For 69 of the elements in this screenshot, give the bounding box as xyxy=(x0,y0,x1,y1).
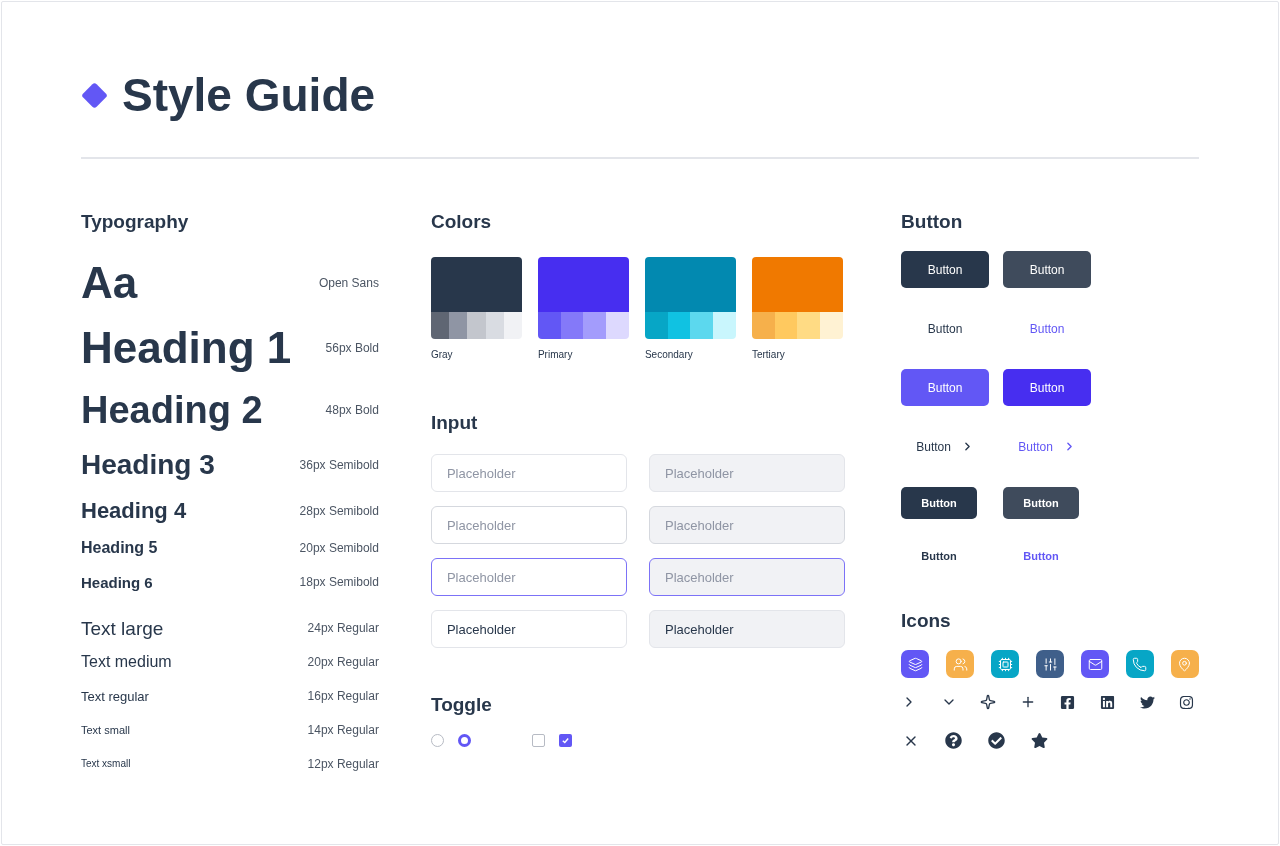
sliders-tile-icon[interactable] xyxy=(1036,650,1064,678)
button[interactable]: Button xyxy=(901,487,978,519)
type-sample: Heading 5 xyxy=(81,540,158,556)
button[interactable]: Button xyxy=(1003,428,1092,465)
check-icon xyxy=(560,735,570,745)
type-sample: Aa xyxy=(81,261,138,305)
section-heading: Button xyxy=(901,210,964,234)
type-spec: 56px Bold xyxy=(325,340,379,357)
type-spec: 18px Semibold xyxy=(299,574,379,591)
layers-tile-icon[interactable] xyxy=(901,650,930,678)
swatch-label: Gray xyxy=(430,348,454,362)
button[interactable]: Button xyxy=(1003,310,1092,347)
type-sample: Heading 2 xyxy=(81,391,263,429)
type-sample: Text small xyxy=(81,724,130,736)
users-tile-icon[interactable] xyxy=(946,650,975,678)
button[interactable]: Button xyxy=(901,428,990,465)
type-spec: Open Sans xyxy=(318,275,379,292)
type-sample: Text large xyxy=(81,618,164,638)
type-spec: 28px Semibold xyxy=(299,503,379,520)
page-title: Style Guide xyxy=(122,67,376,123)
type-spec: 24px Regular xyxy=(307,620,379,637)
type-spec: 12px Regular xyxy=(307,756,379,773)
type-sample: Heading 6 xyxy=(81,574,153,590)
swatch-label: Tertiary xyxy=(751,348,786,362)
help-icon[interactable] xyxy=(945,732,963,749)
section-heading: Input xyxy=(430,411,479,435)
linkedin-icon[interactable] xyxy=(1099,694,1116,710)
star-icon[interactable] xyxy=(1031,732,1049,749)
button[interactable]: Button xyxy=(1003,487,1080,519)
section-heading: Typography xyxy=(81,210,190,234)
button[interactable]: Button xyxy=(901,540,978,572)
checkbox[interactable] xyxy=(558,733,572,747)
type-spec: 16px Regular xyxy=(307,688,379,705)
button[interactable]: Button xyxy=(1003,251,1092,288)
section-heading: Toggle xyxy=(430,693,493,717)
type-sample: Heading 3 xyxy=(81,451,215,479)
button[interactable]: Button xyxy=(901,369,990,406)
swatch-label: Primary xyxy=(537,348,574,362)
checkbox[interactable] xyxy=(531,733,545,747)
button[interactable]: Button xyxy=(901,310,990,347)
instagram-icon[interactable] xyxy=(1179,694,1195,710)
type-spec: 48px Bold xyxy=(325,402,379,419)
type-sample: Heading 4 xyxy=(81,500,187,522)
type-spec: 20px Semibold xyxy=(299,540,379,557)
button[interactable]: Button xyxy=(1003,369,1092,406)
input-field[interactable]: Placeholder xyxy=(649,558,846,596)
type-spec: 14px Regular xyxy=(307,722,379,739)
swatch-label: Secondary xyxy=(644,348,694,362)
twitter-icon[interactable] xyxy=(1139,694,1156,710)
sparkle-icon[interactable] xyxy=(980,694,997,710)
type-spec: 20px Regular xyxy=(307,654,379,671)
button[interactable]: Button xyxy=(901,251,990,288)
radio-button[interactable] xyxy=(457,733,471,747)
section-heading: Icons xyxy=(901,609,952,633)
input-field[interactable]: Placeholder xyxy=(430,610,627,648)
input-field[interactable]: Placeholder xyxy=(430,558,627,596)
type-sample: Text medium xyxy=(81,654,172,670)
button[interactable]: Button xyxy=(1003,540,1080,572)
type-spec: 36px Semibold xyxy=(299,457,379,474)
type-sample: Heading 1 xyxy=(81,326,292,370)
section-heading: Colors xyxy=(430,210,493,234)
chip-tile-icon[interactable] xyxy=(991,650,1020,678)
facebook-icon[interactable] xyxy=(1059,694,1076,710)
mail-tile-icon[interactable] xyxy=(1081,650,1109,678)
map-pin-tile-icon[interactable] xyxy=(1170,650,1199,678)
phone-tile-icon[interactable] xyxy=(1126,650,1154,678)
input-field[interactable]: Placeholder xyxy=(649,610,846,648)
type-sample: Text xsmall xyxy=(81,759,131,769)
type-sample: Text regular xyxy=(81,689,149,703)
